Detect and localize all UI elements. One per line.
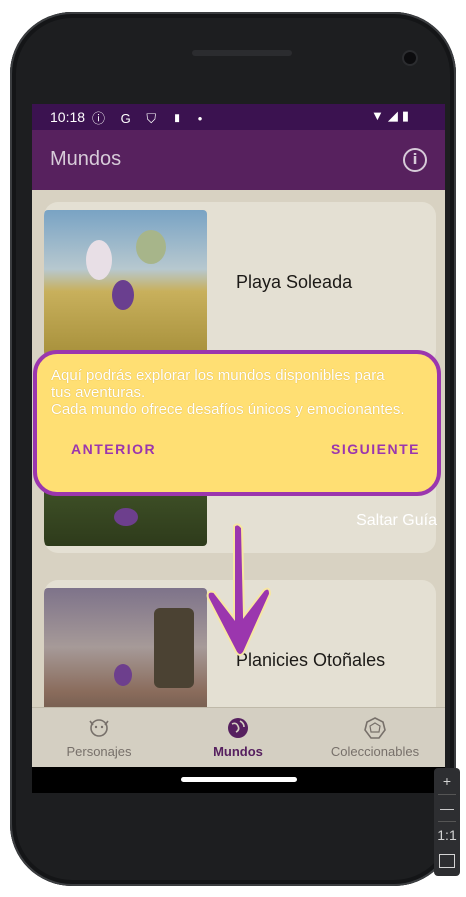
skip-guide-button[interactable]: Saltar Guía (356, 512, 437, 530)
screenshot-icon[interactable] (439, 854, 455, 868)
status-bar: 10:18 ⓘ G ⛉ ▮ • ▼◢▮ (32, 104, 445, 130)
world-card[interactable]: Playa Soleada (44, 202, 436, 365)
speaker-grille (192, 50, 292, 56)
guide-tooltip: Aquí podrás explorar los mundos disponib… (33, 350, 441, 496)
front-camera (404, 52, 416, 64)
status-time: 10:18 (50, 109, 86, 125)
bottom-navigation: Personajes Mundos Coleccionables (32, 707, 445, 768)
arrow-down-icon (206, 523, 272, 656)
character-icon (89, 719, 109, 737)
previous-button[interactable]: ANTERIOR (65, 440, 162, 458)
info-icon[interactable]: i (403, 148, 427, 172)
guide-line: Aquí podrás explorar los mundos disponib… (51, 367, 385, 384)
next-button[interactable]: SIGUIENTE (325, 440, 426, 458)
nav-item-mundos[interactable]: Mundos (173, 716, 303, 759)
guide-line: tus aventuras. (51, 383, 146, 401)
nav-item-coleccionables[interactable]: Coleccionables (310, 716, 440, 759)
status-notification-icons: ⓘ G ⛉ ▮ • (92, 111, 209, 126)
guide-line: Cada mundo ofrece desafíos únicos y emoc… (51, 400, 405, 418)
app-bar: Mundos i (32, 130, 445, 190)
home-gesture-handle[interactable] (181, 777, 297, 782)
zoom-ratio-button[interactable]: 1:1 (434, 822, 460, 848)
globe-icon (228, 718, 248, 738)
status-system-icons: ▼◢▮ (370, 108, 413, 123)
nav-label: Coleccionables (330, 744, 420, 759)
world-name: Playa Soleada (236, 272, 353, 292)
zoom-in-button[interactable]: + (434, 768, 460, 794)
nav-item-personajes[interactable]: Personajes (34, 716, 164, 759)
page-title: Mundos (50, 148, 122, 170)
world-image (44, 210, 207, 358)
nav-label: Personajes (66, 744, 132, 759)
gesture-bar (32, 767, 445, 793)
nav-label: Mundos (213, 744, 263, 759)
gem-icon (364, 717, 386, 739)
emulator-toolbar: + — 1:1 (434, 768, 460, 876)
zoom-out-button[interactable]: — (434, 795, 460, 821)
guide-message: Aquí podrás explorar los mundos disponib… (51, 367, 435, 419)
